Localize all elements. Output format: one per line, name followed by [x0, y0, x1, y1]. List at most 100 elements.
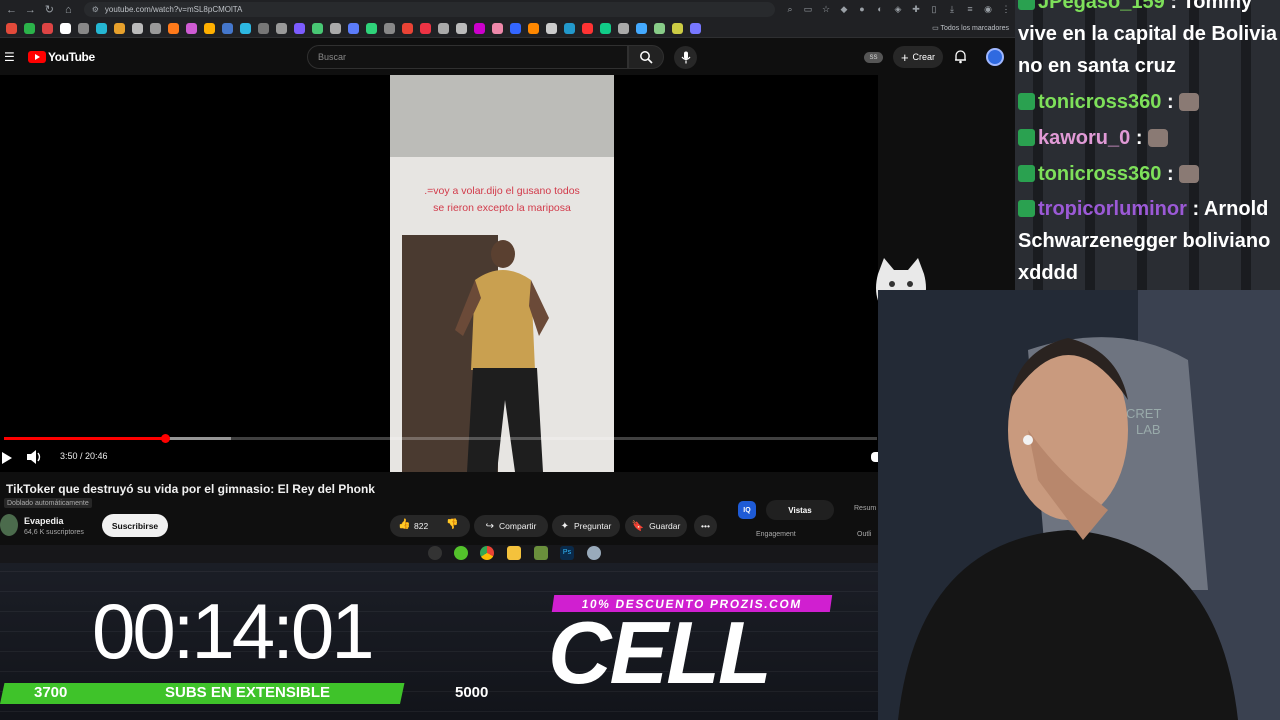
save-button[interactable]: 🔖 Guardar: [625, 515, 687, 537]
voice-search-button[interactable]: [674, 46, 697, 69]
bookmark-icon[interactable]: [348, 22, 359, 34]
app-icon[interactable]: [587, 546, 601, 560]
bookmark-icon[interactable]: [510, 22, 521, 34]
bookmark-icon[interactable]: [258, 22, 269, 34]
bookmark-icon[interactable]: [6, 22, 17, 34]
bookmark-icon[interactable]: [204, 22, 215, 34]
site-info-icon[interactable]: ⚙: [92, 5, 99, 14]
play-icon[interactable]: [1, 451, 13, 465]
search-button[interactable]: [628, 45, 664, 69]
progress-scrubber[interactable]: [160, 434, 170, 443]
iq-logo[interactable]: IQ: [738, 501, 756, 519]
bookmark-icon[interactable]: [546, 22, 557, 34]
extension-icon[interactable]: ●: [853, 4, 871, 15]
bookmark-icon[interactable]: [618, 22, 629, 34]
split-view-icon[interactable]: ▯: [925, 4, 943, 15]
extension-icon[interactable]: ◆: [835, 4, 853, 15]
ss-badge[interactable]: SS: [864, 52, 883, 63]
bookmark-star-icon[interactable]: ☆: [817, 4, 835, 15]
account-avatar[interactable]: [986, 48, 1004, 66]
bookmark-icon[interactable]: [474, 22, 485, 34]
address-bar[interactable]: ⚙ youtube.com/watch?v=mSL8pCMOlTA: [83, 2, 776, 17]
thumbs-down-icon[interactable]: 👎: [446, 519, 458, 530]
create-button[interactable]: + Crear: [893, 46, 943, 68]
bookmark-icon[interactable]: [78, 22, 89, 34]
bookmark-icon[interactable]: [96, 22, 107, 34]
bookmark-icon[interactable]: [384, 22, 395, 34]
channel-avatar[interactable]: [0, 514, 18, 536]
bookmark-icon[interactable]: [564, 22, 575, 34]
bookmark-icon[interactable]: [276, 22, 287, 34]
bookmark-icon[interactable]: [60, 22, 71, 34]
bookmark-icon[interactable]: [294, 22, 305, 34]
bookmark-icon[interactable]: [636, 22, 647, 34]
bookmark-icon[interactable]: [114, 22, 125, 34]
app-icon[interactable]: [454, 546, 468, 560]
volume-icon[interactable]: [26, 449, 44, 465]
home-icon[interactable]: ⌂: [61, 2, 76, 18]
settings-toggle[interactable]: [871, 452, 878, 462]
subscribe-button[interactable]: Suscribirse: [102, 514, 168, 537]
chat-username[interactable]: tonicross360: [1038, 91, 1161, 113]
bookmark-icon[interactable]: [366, 22, 377, 34]
ask-button[interactable]: ✦ Preguntar: [552, 515, 620, 537]
forward-icon[interactable]: →: [23, 2, 38, 18]
bookmark-icon[interactable]: [672, 22, 683, 34]
share-button[interactable]: ↪ Compartir: [474, 515, 548, 537]
bookmark-icon[interactable]: [420, 22, 431, 34]
tab-summary[interactable]: Resum: [854, 505, 876, 512]
bookmark-icon[interactable]: [690, 22, 701, 34]
chat-username[interactable]: tropicorluminor: [1038, 198, 1187, 220]
chrome-icon[interactable]: [480, 546, 494, 560]
video-frame[interactable]: .=voy a volar.dijo el gusano todos se ri…: [390, 75, 614, 472]
photoshop-icon[interactable]: Ps: [560, 546, 574, 560]
bookmark-icon[interactable]: [402, 22, 413, 34]
more-actions-button[interactable]: •••: [694, 515, 717, 537]
obs-icon[interactable]: [428, 546, 442, 560]
video-player[interactable]: .=voy a volar.dijo el gusano todos se ri…: [0, 75, 878, 472]
stream-scene: ← → ↻ ⌂ ⚙ youtube.com/watch?v=mSL8pCMOlT…: [0, 0, 1280, 720]
reading-list-icon[interactable]: ≡: [961, 4, 979, 15]
bookmark-icon[interactable]: [240, 22, 251, 34]
download-icon[interactable]: ⤓: [943, 4, 961, 15]
progress-bar[interactable]: [4, 434, 877, 443]
folder-icon[interactable]: [507, 546, 521, 560]
bookmark-icon[interactable]: [492, 22, 503, 34]
channel-name[interactable]: Evapedia: [24, 516, 64, 526]
app-icon[interactable]: [534, 546, 548, 560]
bookmark-icon[interactable]: [132, 22, 143, 34]
bookmark-icon[interactable]: [438, 22, 449, 34]
chat-username[interactable]: kaworu_0: [1038, 127, 1130, 149]
tab-views[interactable]: Vistas: [766, 500, 834, 520]
search-input[interactable]: Buscar: [307, 45, 628, 69]
cast-icon[interactable]: ▭: [799, 4, 817, 15]
bookmark-icon[interactable]: [150, 22, 161, 34]
bookmark-icon[interactable]: [654, 22, 665, 34]
all-bookmarks-folder[interactable]: ▭ Todos los marcadores: [932, 24, 1009, 32]
menu-icon[interactable]: ⋮: [997, 4, 1015, 15]
extension-icon[interactable]: ◈: [889, 4, 907, 15]
zoom-icon[interactable]: ⌕: [781, 4, 799, 15]
bookmark-icon[interactable]: [186, 22, 197, 34]
bookmark-icon[interactable]: [168, 22, 179, 34]
bookmark-icon[interactable]: [528, 22, 539, 34]
bookmark-icon[interactable]: [312, 22, 323, 34]
puzzle-icon[interactable]: ✚: [907, 4, 925, 15]
bookmark-icon[interactable]: [456, 22, 467, 34]
bookmark-icon[interactable]: [330, 22, 341, 34]
back-icon[interactable]: ←: [4, 2, 19, 18]
hamburger-menu-icon[interactable]: ☰: [4, 50, 18, 64]
like-button[interactable]: 👍: [398, 519, 415, 530]
profile-icon[interactable]: ◉: [979, 4, 997, 15]
bookmark-icon[interactable]: [582, 22, 593, 34]
youtube-logo[interactable]: YouTube: [28, 50, 95, 64]
chat-username[interactable]: tonicross360: [1038, 163, 1161, 185]
notifications-bell-icon[interactable]: [953, 49, 968, 64]
reload-icon[interactable]: ↻: [42, 2, 57, 18]
extension-icon[interactable]: ◐: [871, 4, 889, 15]
bookmark-icon[interactable]: [42, 22, 53, 34]
bookmark-icon[interactable]: [24, 22, 35, 34]
bookmark-icon[interactable]: [222, 22, 233, 34]
bookmark-icon[interactable]: [600, 22, 611, 34]
chat-username[interactable]: JPegaso_159: [1038, 0, 1165, 13]
